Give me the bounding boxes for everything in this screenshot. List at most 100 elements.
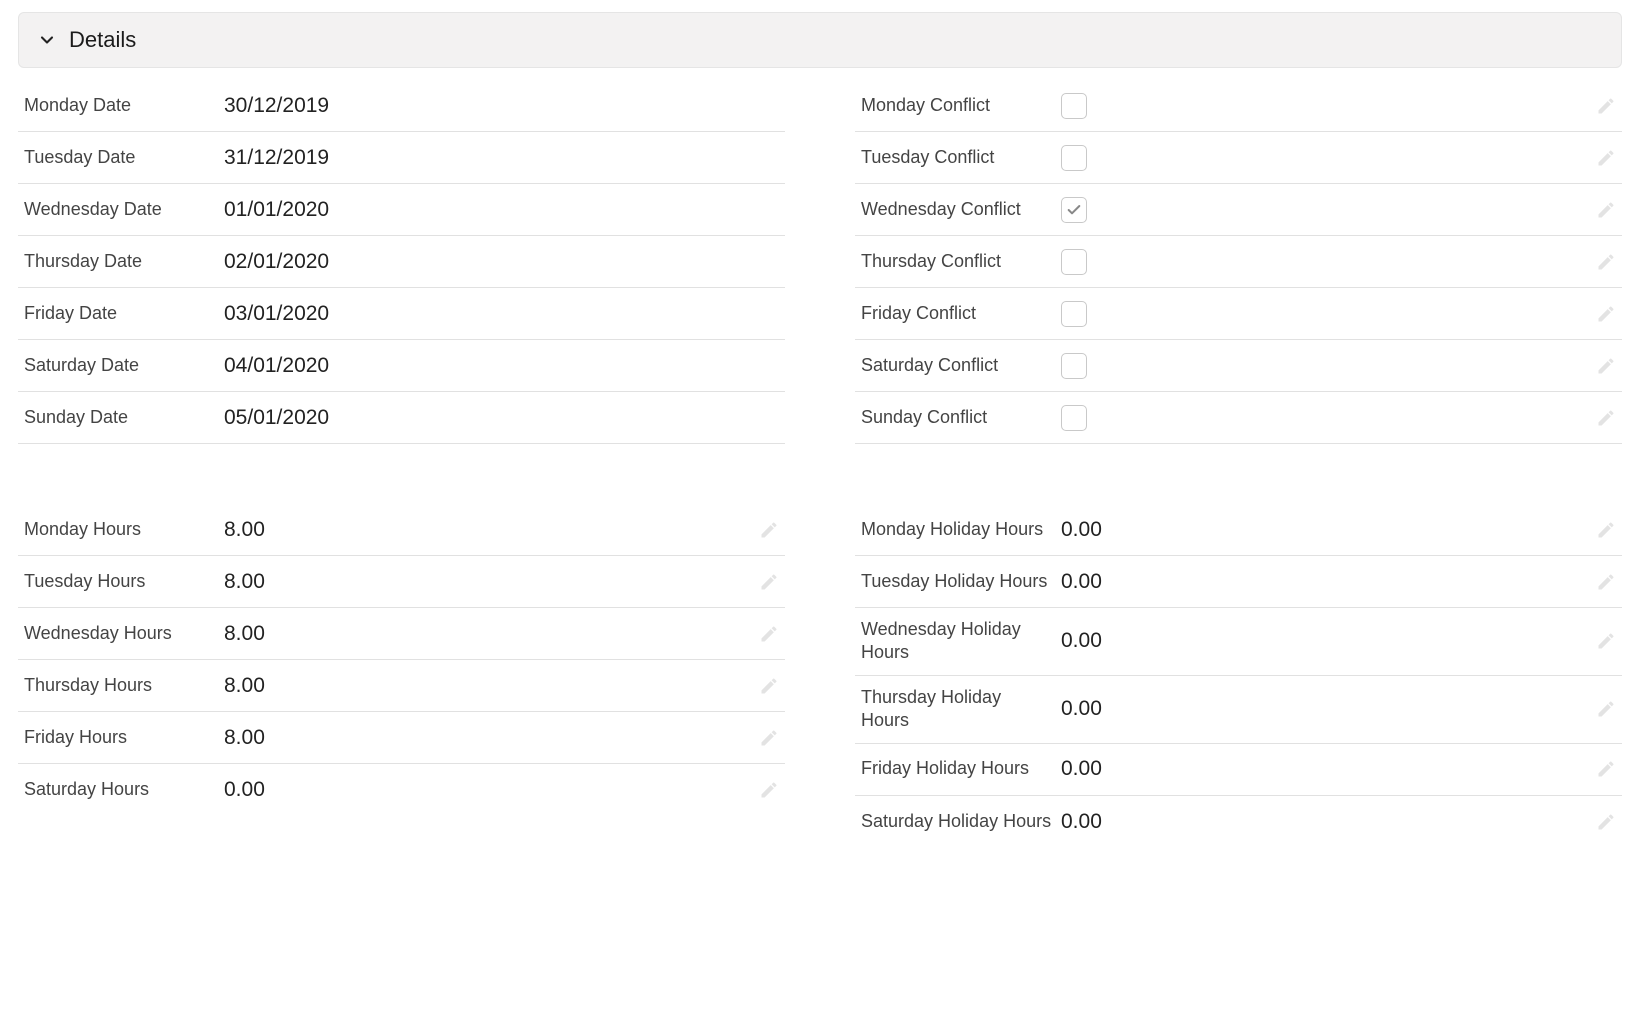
wednesday-hours-label: Wednesday Hours	[24, 622, 224, 645]
saturday-holiday-label: Saturday Holiday Hours	[861, 810, 1061, 833]
details-section-header[interactable]: Details	[18, 12, 1622, 68]
pencil-icon[interactable]	[759, 624, 779, 644]
pencil-icon[interactable]	[759, 780, 779, 800]
tuesday-conflict-checkbox[interactable]	[1061, 145, 1087, 171]
wednesday-date-row: Wednesday Date 01/01/2020	[18, 184, 785, 236]
monday-holiday-value: 0.00	[1061, 518, 1588, 542]
sunday-conflict-row: Sunday Conflict	[855, 392, 1622, 444]
friday-conflict-checkbox[interactable]	[1061, 301, 1087, 327]
friday-holiday-value: 0.00	[1061, 757, 1588, 781]
saturday-conflict-row: Saturday Conflict	[855, 340, 1622, 392]
details-section-title: Details	[69, 27, 136, 53]
pencil-icon[interactable]	[1596, 572, 1616, 592]
tuesday-hours-label: Tuesday Hours	[24, 570, 224, 593]
saturday-date-value: 04/01/2020	[224, 354, 779, 378]
thursday-hours-label: Thursday Hours	[24, 674, 224, 697]
chevron-down-icon	[37, 30, 57, 50]
friday-conflict-label: Friday Conflict	[861, 302, 1061, 325]
sunday-date-label: Sunday Date	[24, 406, 224, 429]
wednesday-hours-row: Wednesday Hours 8.00	[18, 608, 785, 660]
thursday-conflict-label: Thursday Conflict	[861, 250, 1061, 273]
thursday-hours-row: Thursday Hours 8.00	[18, 660, 785, 712]
monday-hours-label: Monday Hours	[24, 518, 224, 541]
thursday-date-label: Thursday Date	[24, 250, 224, 273]
pencil-icon[interactable]	[1596, 96, 1616, 116]
friday-date-value: 03/01/2020	[224, 302, 779, 326]
sunday-date-value: 05/01/2020	[224, 406, 779, 430]
monday-date-row: Monday Date 30/12/2019	[18, 80, 785, 132]
monday-holiday-label: Monday Holiday Hours	[861, 518, 1061, 541]
tuesday-date-value: 31/12/2019	[224, 146, 779, 170]
sunday-date-row: Sunday Date 05/01/2020	[18, 392, 785, 444]
thursday-holiday-value: 0.00	[1061, 697, 1588, 721]
wednesday-holiday-label: Wednesday Holi­day Hours	[861, 618, 1061, 665]
pencil-icon[interactable]	[1596, 148, 1616, 168]
thursday-conflict-row: Thursday Conflict	[855, 236, 1622, 288]
pencil-icon[interactable]	[1596, 356, 1616, 376]
thursday-hours-value: 8.00	[224, 674, 751, 698]
wednesday-date-label: Wednesday Date	[24, 198, 224, 221]
monday-conflict-row: Monday Conflict	[855, 80, 1622, 132]
thursday-date-row: Thursday Date 02/01/2020	[18, 236, 785, 288]
monday-hours-value: 8.00	[224, 518, 751, 542]
tuesday-hours-row: Tuesday Hours 8.00	[18, 556, 785, 608]
monday-conflict-checkbox[interactable]	[1061, 93, 1087, 119]
pencil-icon[interactable]	[1596, 631, 1616, 651]
tuesday-date-row: Tuesday Date 31/12/2019	[18, 132, 785, 184]
left-column: Monday Date 30/12/2019 Tuesday Date 31/1…	[18, 80, 785, 848]
pencil-icon[interactable]	[1596, 408, 1616, 428]
friday-date-row: Friday Date 03/01/2020	[18, 288, 785, 340]
tuesday-hours-value: 8.00	[224, 570, 751, 594]
friday-conflict-row: Friday Conflict	[855, 288, 1622, 340]
pencil-icon[interactable]	[759, 572, 779, 592]
wednesday-hours-value: 8.00	[224, 622, 751, 646]
friday-hours-row: Friday Hours 8.00	[18, 712, 785, 764]
tuesday-conflict-label: Tuesday Conflict	[861, 146, 1061, 169]
monday-holiday-row: Monday Holiday Hours 0.00	[855, 504, 1622, 556]
tuesday-date-label: Tuesday Date	[24, 146, 224, 169]
tuesday-holiday-row: Tuesday Holiday Hours 0.00	[855, 556, 1622, 608]
details-content: Monday Date 30/12/2019 Tuesday Date 31/1…	[18, 80, 1622, 848]
tuesday-conflict-row: Tuesday Conflict	[855, 132, 1622, 184]
saturday-holiday-value: 0.00	[1061, 810, 1588, 834]
pencil-icon[interactable]	[1596, 699, 1616, 719]
monday-date-value: 30/12/2019	[224, 94, 779, 118]
friday-date-label: Friday Date	[24, 302, 224, 325]
pencil-icon[interactable]	[1596, 200, 1616, 220]
thursday-holiday-label: Thursday Holiday Hours	[861, 686, 1061, 733]
monday-hours-row: Monday Hours 8.00	[18, 504, 785, 556]
pencil-icon[interactable]	[1596, 759, 1616, 779]
pencil-icon[interactable]	[1596, 252, 1616, 272]
wednesday-date-value: 01/01/2020	[224, 198, 779, 222]
pencil-icon[interactable]	[1596, 812, 1616, 832]
thursday-holiday-row: Thursday Holiday Hours 0.00	[855, 676, 1622, 744]
sunday-conflict-label: Sunday Conflict	[861, 406, 1061, 429]
saturday-hours-value: 0.00	[224, 778, 751, 802]
wednesday-holiday-value: 0.00	[1061, 629, 1588, 653]
saturday-date-label: Saturday Date	[24, 354, 224, 377]
tuesday-holiday-label: Tuesday Holiday Hours	[861, 570, 1061, 593]
thursday-conflict-checkbox[interactable]	[1061, 249, 1087, 275]
right-column: Monday Conflict Tuesday Conflict Wednesd…	[855, 80, 1622, 848]
pencil-icon[interactable]	[1596, 304, 1616, 324]
wednesday-conflict-row: Wednesday Conflict	[855, 184, 1622, 236]
pencil-icon[interactable]	[759, 676, 779, 696]
monday-date-label: Monday Date	[24, 94, 224, 117]
saturday-holiday-row: Saturday Holiday Hours 0.00	[855, 796, 1622, 848]
pencil-icon[interactable]	[759, 520, 779, 540]
saturday-date-row: Saturday Date 04/01/2020	[18, 340, 785, 392]
saturday-conflict-checkbox[interactable]	[1061, 353, 1087, 379]
pencil-icon[interactable]	[759, 728, 779, 748]
wednesday-holiday-row: Wednesday Holi­day Hours 0.00	[855, 608, 1622, 676]
friday-hours-value: 8.00	[224, 726, 751, 750]
pencil-icon[interactable]	[1596, 520, 1616, 540]
thursday-date-value: 02/01/2020	[224, 250, 779, 274]
saturday-hours-label: Saturday Hours	[24, 778, 224, 801]
sunday-conflict-checkbox[interactable]	[1061, 405, 1087, 431]
wednesday-conflict-checkbox[interactable]	[1061, 197, 1087, 223]
friday-holiday-row: Friday Holiday Hours 0.00	[855, 744, 1622, 796]
saturday-conflict-label: Saturday Conflict	[861, 354, 1061, 377]
monday-conflict-label: Monday Conflict	[861, 94, 1061, 117]
saturday-hours-row: Saturday Hours 0.00	[18, 764, 785, 816]
tuesday-holiday-value: 0.00	[1061, 570, 1588, 594]
